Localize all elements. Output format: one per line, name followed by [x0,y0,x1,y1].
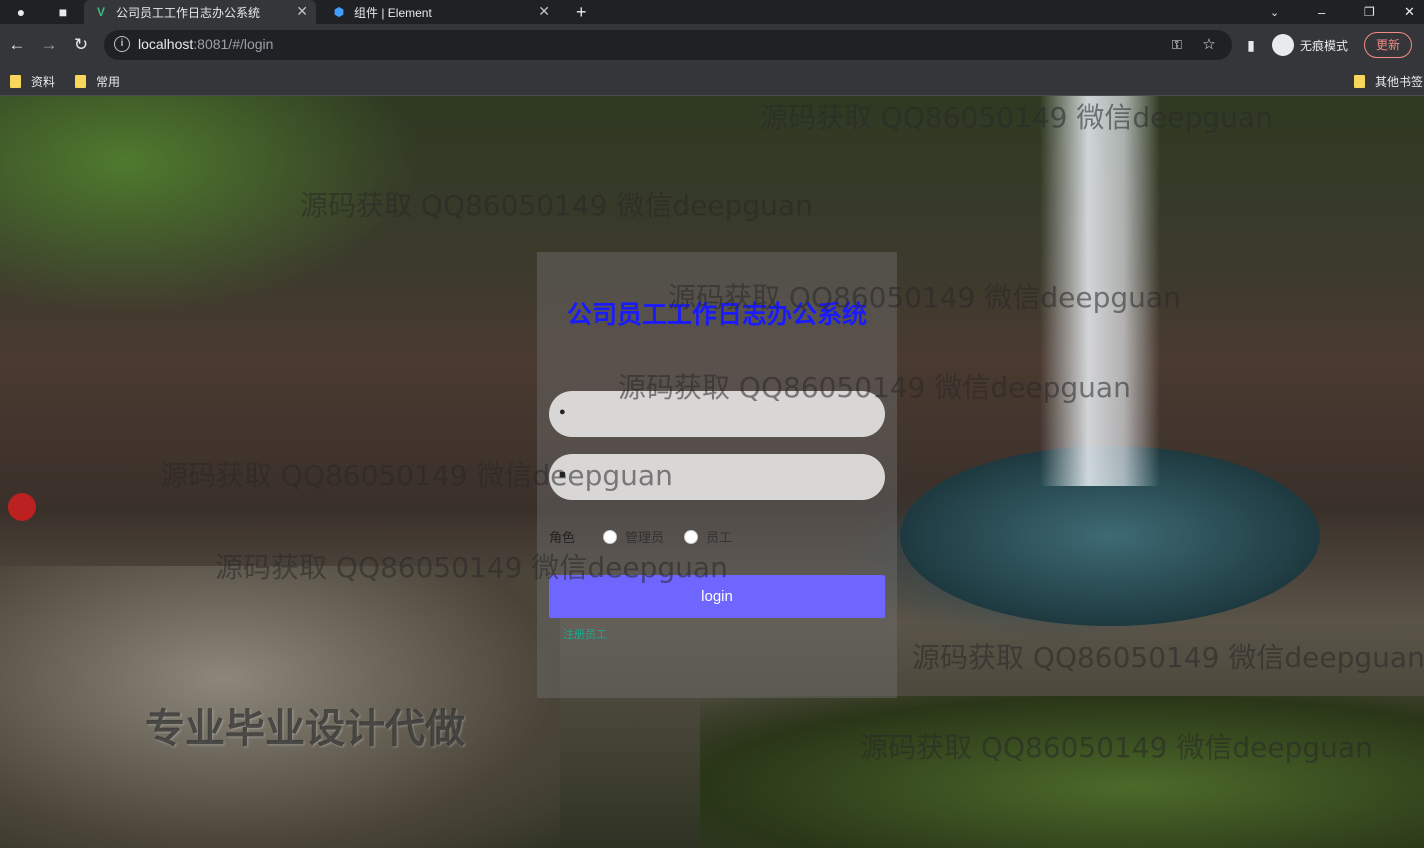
login-page: 公司员工工作日志办公系统 ● ■ 角色 管理员 员工 login 注册员工 源码… [0,96,1424,848]
folder-icon [75,75,86,88]
key-icon[interactable]: ⚿ [1166,34,1188,56]
bookmark-label: 资料 [31,75,56,89]
element-icon: ⬢ [333,5,345,19]
sidebar-icon[interactable]: ▮ [1240,34,1262,56]
register-link[interactable]: 注册员工 [563,626,607,642]
tab-strip: ● ■ V 公司员工工作日志办公系统 ✕ ⬢ 组件 | Element ✕ + … [0,0,1424,24]
background-moss [700,696,1424,848]
forward-icon[interactable]: → [38,34,60,56]
new-tab-button[interactable]: + [576,0,587,24]
url-path: :8081/#/login [193,36,274,52]
folder-icon [10,75,21,88]
role-radio-admin[interactable] [603,529,618,544]
user-icon: ● [559,406,566,418]
tab-title: 组件 | Element [354,5,432,20]
tab-element[interactable]: ⬢ 组件 | Element ✕ [322,0,558,24]
address-bar[interactable]: i localhost:8081/#/login ⚿ ☆ [104,30,1232,60]
role-group: 角色 管理员 员工 [549,527,732,546]
tab-search-icon[interactable]: ■ [52,1,74,23]
watermark: 源码获取 QQ86050149 微信deepguan [160,459,673,492]
globe-icon[interactable]: ● [10,1,32,23]
tab-title: 公司员工工作日志办公系统 [116,5,261,20]
cursor-highlight [8,493,36,521]
info-icon[interactable]: i [114,36,130,52]
folder-icon [1354,75,1365,88]
role-label-employee: 员工 [706,530,733,545]
bookmark-folder[interactable]: 资料 [10,73,55,90]
bookmark-folder[interactable]: 常用 [75,73,120,90]
reload-icon[interactable]: ↻ [70,34,92,56]
chevron-down-icon[interactable]: ⌄ [1270,0,1279,24]
close-icon[interactable]: ✕ [296,3,308,20]
watermark: 源码获取 QQ86050149 微信deepguan [912,641,1424,674]
role-radio-employee[interactable] [684,529,699,544]
promo-text: 专业毕业设计代做 [145,706,465,752]
other-bookmarks[interactable]: 其他书签 [1354,73,1423,90]
maximize-button[interactable]: ❐ [1364,0,1375,24]
url-text[interactable]: localhost:8081/#/login [138,36,273,52]
watermark: 源码获取 QQ86050149 微信deepguan [215,551,728,584]
watermark: 源码获取 QQ86050149 微信deepguan [860,731,1373,764]
watermark: 源码获取 QQ86050149 微信deepguan [668,281,1181,314]
bookmarks-bar: 资料 常用 其他书签 [0,66,1424,96]
url-host: localhost [138,36,194,52]
bookmark-label: 常用 [96,75,121,89]
close-icon[interactable]: ✕ [538,3,550,20]
role-label: 角色 [549,530,576,545]
window-close-button[interactable]: ✕ [1404,0,1415,24]
incognito-icon [1272,34,1294,56]
back-icon[interactable]: ← [6,34,28,56]
tab-active[interactable]: V 公司员工工作日志办公系统 ✕ [84,0,316,24]
role-label-admin: 管理员 [625,530,665,545]
bookmark-label: 其他书签 [1375,75,1424,89]
incognito-label: 无痕模式 [1300,39,1349,53]
watermark: 源码获取 QQ86050149 微信deepguan [618,371,1131,404]
browser-toolbar: ← → ↻ i localhost:8081/#/login ⚿ ☆ ▮ 无痕模… [0,24,1424,66]
minimize-button[interactable]: – [1318,0,1325,24]
vue-icon: V [96,5,105,19]
watermark: 源码获取 QQ86050149 微信deepguan [300,189,813,222]
star-icon[interactable]: ☆ [1198,34,1220,56]
update-button[interactable]: 更新 [1364,32,1412,58]
watermark: 源码获取 QQ86050149 微信deepguan [760,101,1273,134]
